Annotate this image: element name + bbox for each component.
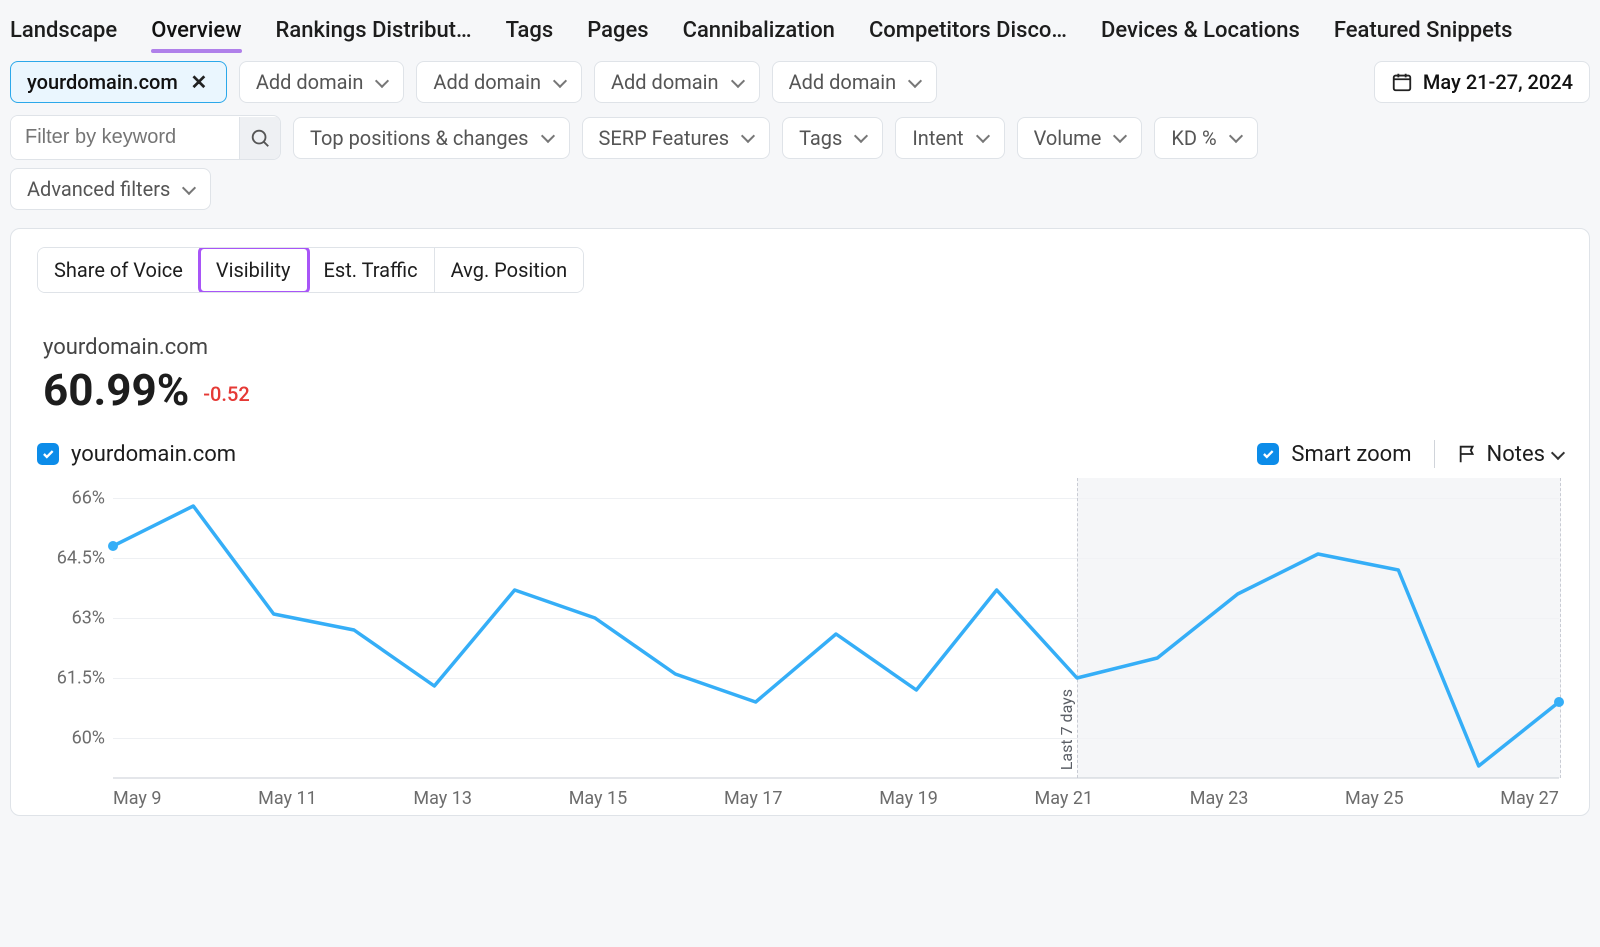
- smart-zoom-label: Smart zoom: [1291, 442, 1411, 467]
- chevron-down-icon: [976, 129, 990, 143]
- filter-top-positions[interactable]: Top positions & changes: [293, 117, 570, 159]
- chart-panel: Share of Voice Visibility Est. Traffic A…: [10, 228, 1590, 816]
- y-tick-label: 61.5%: [39, 668, 105, 689]
- kpi-domain: yourdomain.com: [43, 335, 1563, 360]
- chevron-down-icon: [730, 73, 744, 87]
- filter-advanced[interactable]: Advanced filters: [10, 168, 211, 210]
- chevron-down-icon: [741, 129, 755, 143]
- series-toggle-checkbox[interactable]: [37, 443, 59, 465]
- chevron-down-icon: [908, 73, 922, 87]
- filters-row: Top positions & changes SERP Features Ta…: [0, 111, 1600, 168]
- tab-landscape[interactable]: Landscape: [10, 18, 117, 43]
- x-tick-label: May 17: [724, 788, 783, 809]
- metric-tabs: Share of Voice Visibility Est. Traffic A…: [37, 247, 584, 293]
- keyword-filter-search[interactable]: [239, 117, 280, 159]
- x-tick-label: May 13: [413, 788, 472, 809]
- chevron-down-icon: [540, 129, 554, 143]
- search-icon: [249, 127, 271, 149]
- tab-cannibalization[interactable]: Cannibalization: [683, 18, 835, 43]
- domain-chip[interactable]: yourdomain.com ✕: [10, 61, 227, 103]
- x-tick-label: May 15: [569, 788, 628, 809]
- y-tick-label: 60%: [39, 728, 105, 749]
- chevron-down-icon: [1229, 129, 1243, 143]
- x-tick-label: May 11: [258, 788, 317, 809]
- kpi-value: 60.99%: [43, 364, 189, 416]
- domain-chip-label: yourdomain.com: [27, 70, 178, 94]
- x-tick-label: May 21: [1034, 788, 1093, 809]
- chevron-down-icon: [1551, 445, 1565, 459]
- tab-featured[interactable]: Featured Snippets: [1334, 18, 1513, 43]
- metric-tab-avg[interactable]: Avg. Position: [435, 248, 584, 292]
- y-tick-label: 63%: [39, 608, 105, 629]
- tab-competitors[interactable]: Competitors Disco…: [869, 18, 1067, 43]
- x-tick-label: May 9: [113, 788, 161, 809]
- kpi-delta: -0.52: [203, 382, 249, 406]
- filter-intent[interactable]: Intent: [895, 117, 1004, 159]
- date-range-label: May 21-27, 2024: [1423, 70, 1573, 94]
- tab-devices[interactable]: Devices & Locations: [1101, 18, 1300, 43]
- notes-toggle[interactable]: Notes: [1457, 442, 1563, 467]
- calendar-icon: [1391, 71, 1413, 93]
- legend-row: yourdomain.com Smart zoom Notes: [37, 440, 1563, 468]
- notes-label: Notes: [1487, 442, 1545, 467]
- chevron-down-icon: [375, 73, 389, 87]
- chevron-down-icon: [553, 73, 567, 87]
- add-domain-4[interactable]: Add domain: [772, 61, 938, 103]
- separator: [1434, 440, 1435, 468]
- x-axis-labels: May 9 May 11 May 13 May 15 May 17 May 19 May 2…: [113, 788, 1559, 809]
- tab-overview[interactable]: Overview: [151, 18, 241, 43]
- chevron-down-icon: [182, 180, 196, 194]
- y-tick-label: 64.5%: [39, 548, 105, 569]
- add-domain-3[interactable]: Add domain: [594, 61, 760, 103]
- filter-kd[interactable]: KD %: [1154, 117, 1257, 159]
- x-tick-label: May 27: [1500, 788, 1559, 809]
- domain-chip-close[interactable]: ✕: [188, 71, 210, 93]
- metric-tab-traffic[interactable]: Est. Traffic: [308, 248, 435, 292]
- filters-row-2: Advanced filters: [0, 168, 1600, 218]
- add-domain-1[interactable]: Add domain: [239, 61, 405, 103]
- x-tick-label: May 25: [1345, 788, 1404, 809]
- filter-volume[interactable]: Volume: [1017, 117, 1143, 159]
- filter-tags[interactable]: Tags: [782, 117, 883, 159]
- visibility-chart: 66%64.5%63%61.5%60% Last 7 days: [113, 478, 1559, 778]
- series-legend-label: yourdomain.com: [71, 442, 236, 467]
- domain-row: yourdomain.com ✕ Add domain Add domain A…: [0, 53, 1600, 111]
- keyword-filter-input[interactable]: [11, 116, 229, 159]
- smart-zoom-checkbox[interactable]: [1257, 443, 1279, 465]
- tab-tags[interactable]: Tags: [506, 18, 554, 43]
- x-tick-label: May 19: [879, 788, 938, 809]
- metric-tab-sov[interactable]: Share of Voice: [38, 248, 200, 292]
- flag-icon: [1457, 443, 1479, 465]
- metric-tab-visibility[interactable]: Visibility: [200, 248, 308, 292]
- tab-pages[interactable]: Pages: [587, 18, 648, 43]
- x-tick-label: May 23: [1190, 788, 1249, 809]
- date-range-picker[interactable]: May 21-27, 2024: [1374, 61, 1590, 103]
- y-tick-label: 66%: [39, 488, 105, 509]
- kpi-block: yourdomain.com 60.99% -0.52: [43, 335, 1563, 416]
- line-plot: [113, 478, 1559, 778]
- tab-rankings[interactable]: Rankings Distribut…: [276, 18, 472, 43]
- chevron-down-icon: [1113, 129, 1127, 143]
- filter-serp-features[interactable]: SERP Features: [582, 117, 771, 159]
- add-domain-2[interactable]: Add domain: [416, 61, 582, 103]
- chevron-down-icon: [854, 129, 868, 143]
- main-tabs: Landscape Overview Rankings Distribut… T…: [0, 0, 1600, 53]
- keyword-filter[interactable]: [10, 115, 281, 160]
